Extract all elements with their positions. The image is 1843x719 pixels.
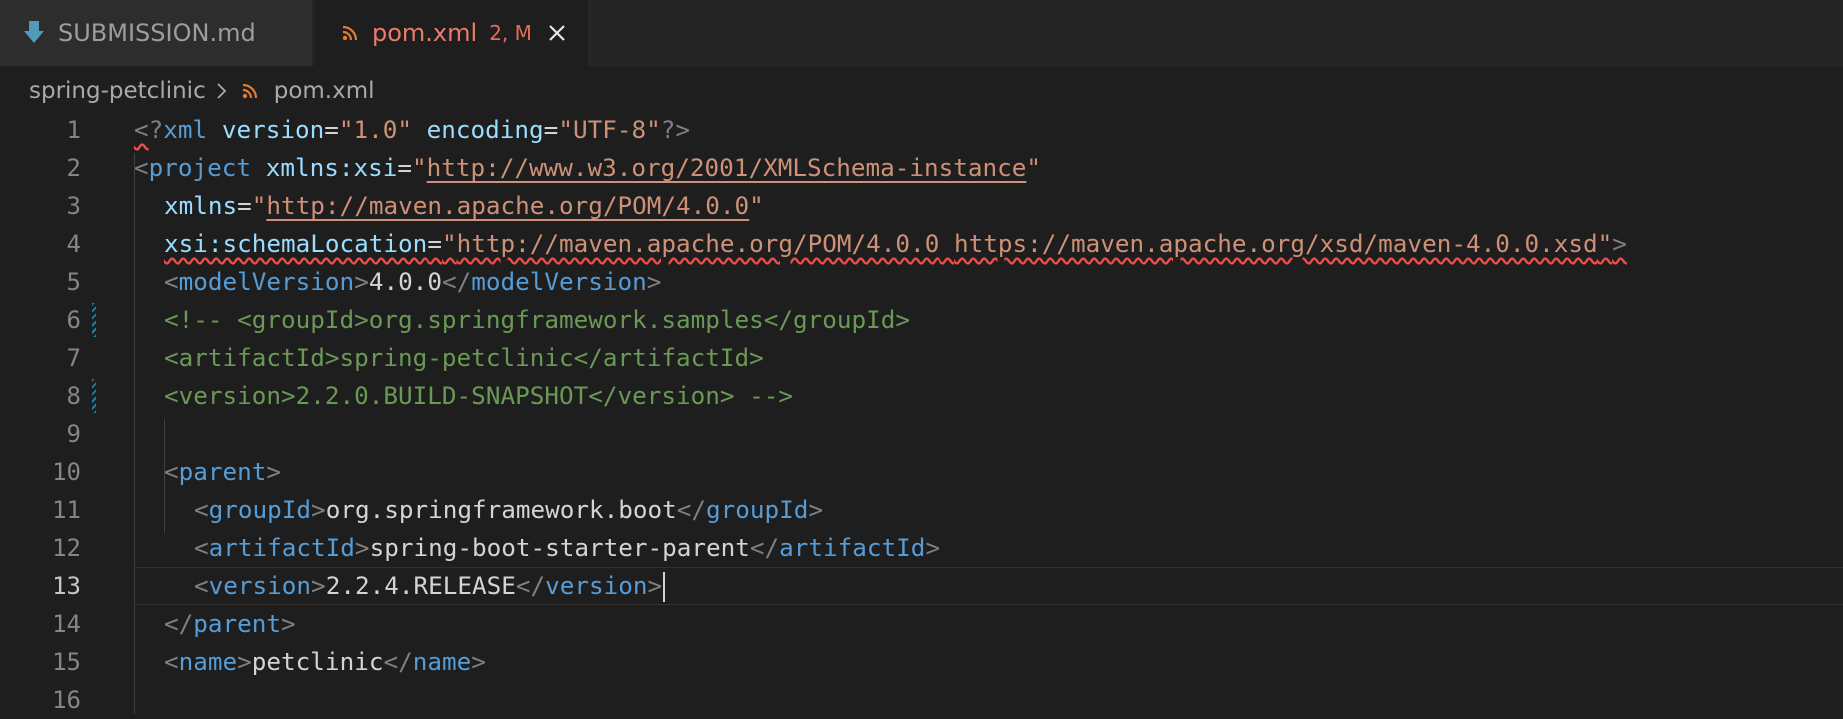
line-number: 5 (66, 268, 81, 296)
line-content: <artifactId>spring-petclinic</artifactId… (164, 343, 764, 372)
code-line: 11 <groupId>org.springframework.boot</gr… (0, 491, 1843, 529)
rss-icon (242, 83, 258, 99)
modified-line-indicator[interactable] (92, 379, 96, 413)
line-content: <parent> (164, 457, 282, 486)
rss-icon (342, 25, 358, 41)
line-content: <modelVersion>4.0.0</modelVersion> (164, 267, 662, 296)
close-icon[interactable] (548, 24, 566, 42)
code-line: 2 <project xmlns:xsi="http://www.w3.org/… (0, 149, 1843, 187)
code-line: 7 <artifactId>spring-petclinic</artifact… (0, 339, 1843, 377)
line-content: xsi:schemaLocation="http://maven.apache.… (164, 229, 1627, 258)
code-line: 1 <?xml version="1.0" encoding="UTF-8"?> (0, 111, 1843, 149)
url-link[interactable]: http://maven.apache.org/POM/4.0.0 (457, 229, 940, 258)
code-line: 9 (0, 415, 1843, 453)
modified-line-indicator[interactable] (92, 303, 96, 337)
line-number: 7 (66, 344, 81, 372)
tab-status-badge: 2, M (489, 21, 532, 45)
code-line: 12 <artifactId>spring-boot-starter-paren… (0, 529, 1843, 567)
text-cursor (663, 572, 666, 602)
tab-label: pom.xml (372, 19, 478, 47)
tab-bar: SUBMISSION.md pom.xml 2, M (0, 0, 1843, 66)
line-number: 14 (52, 610, 81, 638)
line-number: 13 (52, 572, 81, 600)
code-line: 6 <!-- <groupId>org.springframework.samp… (0, 301, 1843, 339)
code-editor[interactable]: 1 <?xml version="1.0" encoding="UTF-8"?>… (0, 111, 1843, 714)
line-content: </parent> (164, 609, 296, 638)
breadcrumb-file[interactable]: pom.xml (274, 78, 375, 104)
line-number: 6 (66, 306, 81, 334)
line-number: 8 (66, 382, 81, 410)
line-content: <artifactId>spring-boot-starter-parent</… (194, 533, 941, 562)
line-content: xmlns="http://maven.apache.org/POM/4.0.0… (164, 191, 764, 220)
line-content: <project xmlns:xsi="http://www.w3.org/20… (134, 153, 1042, 182)
line-content: <?xml version="1.0" encoding="UTF-8"?> (134, 115, 690, 144)
line-number: 3 (66, 192, 81, 220)
code-line-current: 13 <version>2.2.4.RELEASE</version> (0, 567, 1843, 605)
tab-pom-xml[interactable]: pom.xml 2, M (314, 0, 588, 66)
line-number: 2 (66, 154, 81, 182)
code-line: 8 <version>2.2.0.BUILD-SNAPSHOT</version… (0, 377, 1843, 415)
line-content: <name>petclinic</name> (164, 647, 486, 676)
line-number: 16 (52, 686, 81, 714)
breadcrumb-folder[interactable]: spring-petclinic (29, 78, 206, 104)
line-content: <!-- <groupId>org.springframework.sample… (164, 305, 911, 334)
line-number: 15 (52, 648, 81, 676)
line-content: <groupId>org.springframework.boot</group… (194, 495, 824, 524)
code-line: 16 (0, 681, 1843, 719)
line-number: 9 (66, 420, 81, 448)
line-content: <version>2.2.4.RELEASE</version> (194, 567, 666, 605)
line-number: 4 (66, 230, 81, 258)
code-line: 5 <modelVersion>4.0.0</modelVersion> (0, 263, 1843, 301)
line-content: <version>2.2.0.BUILD-SNAPSHOT</version> … (164, 381, 794, 410)
breadcrumb: spring-petclinic pom.xml (29, 74, 375, 108)
line-number: 1 (66, 116, 81, 144)
code-line: 15 <name>petclinic</name> (0, 643, 1843, 681)
tab-submission-md[interactable]: SUBMISSION.md (0, 0, 312, 66)
chevron-right-icon (216, 82, 228, 100)
code-line: 3 xmlns="http://maven.apache.org/POM/4.0… (0, 187, 1843, 225)
code-line: 4 xsi:schemaLocation="http://maven.apach… (0, 225, 1843, 263)
url-link[interactable]: http://maven.apache.org/POM/4.0.0 (266, 191, 749, 220)
line-number: 10 (52, 458, 81, 486)
tab-label: SUBMISSION.md (58, 19, 256, 47)
url-link[interactable]: http://www.w3.org/2001/XMLSchema-instanc… (427, 153, 1027, 182)
line-number: 11 (52, 496, 81, 524)
download-arrow-icon (24, 21, 44, 45)
code-line: 14 </parent> (0, 605, 1843, 643)
line-number: 12 (52, 534, 81, 562)
url-link[interactable]: https://maven.apache.org/xsd/maven-4.0.0… (954, 229, 1598, 258)
code-line: 10 <parent> (0, 453, 1843, 491)
